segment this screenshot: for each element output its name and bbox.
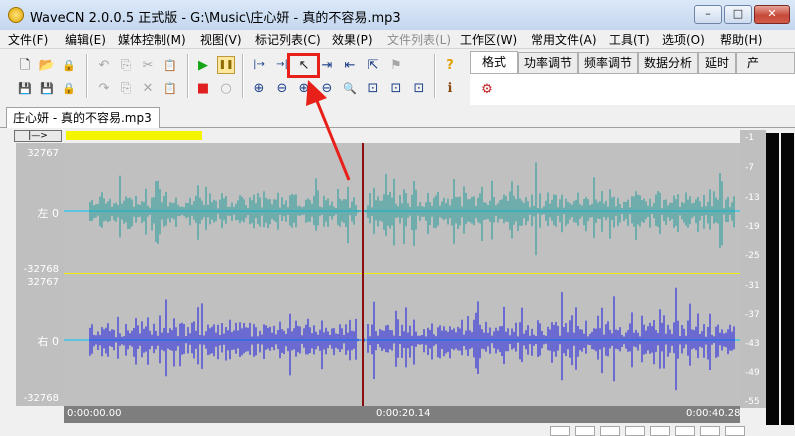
app-window: WaveCN 2.0.0.5 正式版 - G:\Music\庄心妍 - 真的不容… xyxy=(0,0,795,436)
arrow-shaft xyxy=(315,100,351,181)
annotation-arrow xyxy=(306,80,351,181)
